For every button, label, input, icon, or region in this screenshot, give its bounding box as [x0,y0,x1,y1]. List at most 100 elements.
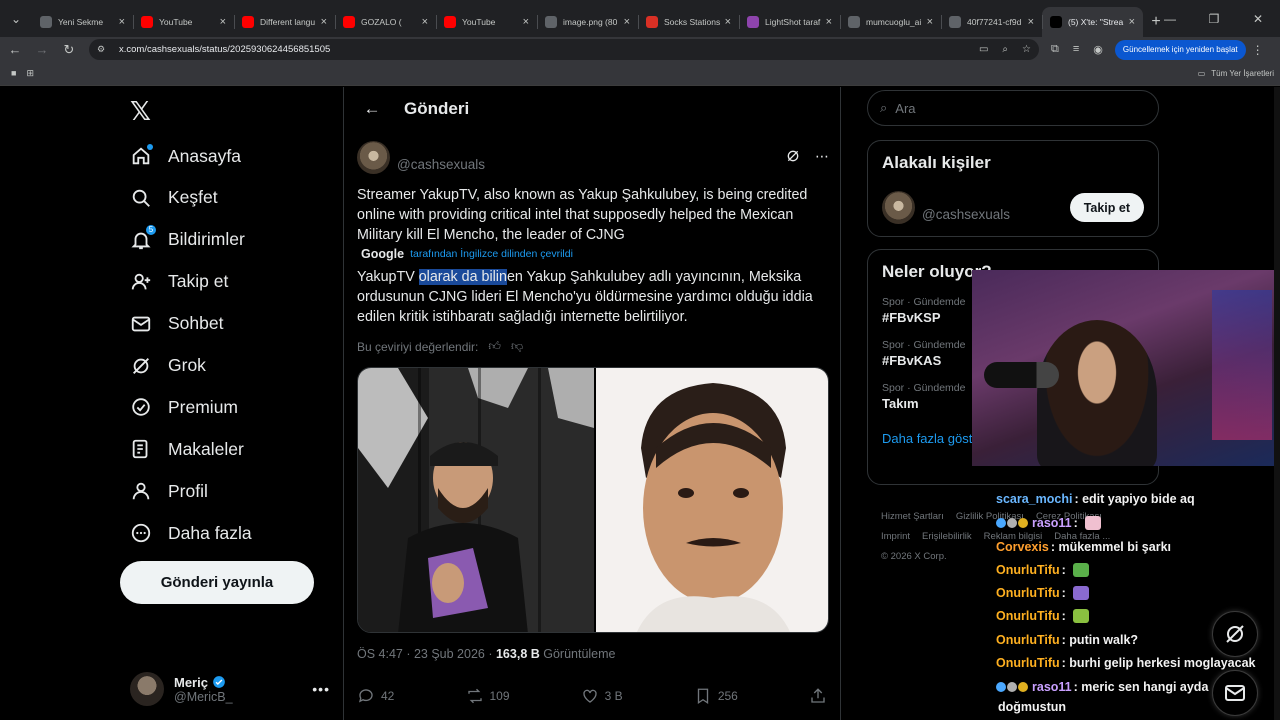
site-info-icon[interactable]: ⚙ [97,44,111,55]
youtube-icon [343,16,355,28]
search-input[interactable]: ⌕ Ara [867,90,1159,126]
post-time[interactable]: ÖS 4:47 · 23 Şub 2026 · [357,647,496,661]
nav-item-profil[interactable]: Profil [128,473,208,509]
browser-toolbar: ← → ↻ ⚙ x.com/cashsexuals/status/2025930… [0,37,1280,62]
tab-search-button[interactable]: ⌄ [0,0,32,37]
browser-tab[interactable]: GOZALO (× [335,7,436,37]
close-tab-icon[interactable]: × [1028,16,1034,28]
grok-icon[interactable] [785,148,801,167]
close-tab-icon[interactable]: × [321,16,327,28]
chat-emote [1073,586,1090,600]
close-window-button[interactable]: ✕ [1236,0,1280,37]
author-avatar[interactable] [357,140,390,174]
media-control-icon[interactable]: ≡ [1073,43,1079,56]
post-media[interactable] [357,367,829,633]
follow-button[interactable]: Takip et [1069,193,1144,222]
post-timestamp: ÖS 4:47 · 23 Şub 2026 · 163,8 B Görüntül… [357,647,616,661]
youtube-icon [444,16,456,28]
back-button[interactable]: ← [3,38,27,62]
minimize-button[interactable]: — [1148,0,1192,37]
browser-tab[interactable]: YouTube × [436,7,537,37]
chat-username: OnurluTifu [996,609,1060,623]
nav-item-takip-et[interactable]: Takip et [128,264,228,300]
nav-item-daha-fazla[interactable]: Daha fazla [128,515,252,551]
all-bookmarks-label: Tüm Yer İşaretleri [1211,69,1274,78]
more-circle-icon [128,520,154,546]
browser-tab[interactable]: Yeni Sekme × [32,7,133,37]
account-switcher[interactable]: Meriç @MericB_ ••• [130,669,330,709]
nav-item-grok[interactable]: Grok [128,348,206,384]
nav-item-keşfet[interactable]: Keşfet [128,180,218,216]
zoom-icon[interactable]: ⌕ [1002,44,1008,55]
footer-link[interactable]: © 2026 X Corp. [881,551,947,562]
nav-item-makaleler[interactable]: Makaleler [128,431,244,467]
browser-tab[interactable]: LightShot taraf × [739,7,840,37]
nav-item-premium[interactable]: Premium [128,389,238,425]
page-scrollbar[interactable] [1274,87,1280,720]
bookmark-square-icon[interactable]: ■ [11,68,16,79]
back-arrow-icon[interactable]: ← [350,99,394,119]
media-image-right[interactable] [596,368,828,632]
more-icon[interactable]: ••• [312,681,330,697]
extensions-icon[interactable]: ⧉ [1051,43,1059,56]
browser-tab[interactable]: Different langu × [234,7,335,37]
close-tab-icon[interactable]: × [422,16,428,28]
reply-button[interactable]: 42 [357,687,394,705]
post-button[interactable]: Gönderi yayınla [120,561,314,604]
thumbs-down-icon[interactable]: 👎︎ [511,339,523,354]
close-tab-icon[interactable]: × [725,16,731,28]
media-image-left[interactable] [358,368,594,632]
microphone [984,362,1059,388]
browser-tab[interactable]: mumcuoglu_ai × [840,7,941,37]
update-button[interactable]: Güncellemek için yeniden başlat [1114,39,1246,60]
arrow-right-icon: → [35,42,49,57]
repost-button[interactable]: 109 [466,687,510,705]
all-bookmarks-button[interactable]: ▭ Tüm Yer İşaretleri [1198,69,1274,78]
footer-link[interactable]: Hizmet Şartları [881,511,944,522]
close-tab-icon[interactable]: × [523,16,529,28]
close-tab-icon[interactable]: × [119,16,125,28]
profile-icon[interactable]: ◉ [1093,43,1103,56]
address-bar[interactable]: ⚙ x.com/cashsexuals/status/2025930624456… [89,39,1039,60]
footer-link[interactable]: Erişilebilirlik [922,531,972,542]
nav-item-sohbet[interactable]: Sohbet [128,306,223,342]
close-tab-icon[interactable]: × [624,16,630,28]
bookmark-button[interactable]: 256 [694,687,738,705]
x-logo-icon[interactable]: 𝕏 [130,97,151,127]
close-tab-icon[interactable]: × [927,16,933,28]
bookmark-star-icon[interactable]: ☆ [1022,44,1031,55]
nav-item-bildirimler[interactable]: 5 Bildirimler [128,222,245,258]
post-more-icon[interactable]: ⋯ [815,148,829,167]
nav-item-anasayfa[interactable]: Anasayfa [128,138,241,174]
browser-menu-icon[interactable]: ⋮ [1252,43,1264,57]
translation-note[interactable]: tarafından İngilizce dilinden çevrildi [410,248,573,260]
forward-button[interactable]: → [30,38,54,62]
close-tab-icon[interactable]: × [220,16,226,28]
footer-link[interactable]: Imprint [881,531,910,542]
chat-text: : putin walk? [1061,633,1139,647]
reload-button[interactable]: ↻ [57,38,81,62]
share-button[interactable] [809,687,827,705]
translation-attribution: Google tarafından İngilizce dilinden çev… [361,247,573,261]
chat-badges [996,518,1028,528]
author-handle[interactable]: @cashsexuals [397,157,485,172]
apps-grid-icon[interactable]: ⊞ [26,68,34,79]
like-button[interactable]: 3 B [581,687,623,705]
browser-tab[interactable]: image.png (80 × [537,7,638,37]
cast-icon[interactable]: ▭ [979,44,988,55]
related-handle[interactable]: @cashsexuals [922,207,1010,222]
maximize-button[interactable]: ❐ [1192,0,1236,37]
browser-tab[interactable]: 40f77241-cf9d × [941,7,1042,37]
grok-floating-button[interactable] [1212,611,1258,657]
thumbs-up-icon[interactable]: 👍︎ [488,339,501,354]
browser-tab[interactable]: YouTube × [133,7,234,37]
close-tab-icon[interactable]: × [826,16,832,28]
browser-tab[interactable]: (5) X'te: "Strea × [1042,7,1143,37]
close-tab-icon[interactable]: × [1129,16,1135,28]
related-avatar[interactable] [882,191,915,224]
messages-floating-button[interactable] [1212,670,1258,716]
reply-count: 42 [381,689,395,703]
browser-tab[interactable]: Socks Stations × [638,7,739,37]
grok-icon [1226,625,1244,643]
chat-message: doğmustun [996,700,1066,714]
